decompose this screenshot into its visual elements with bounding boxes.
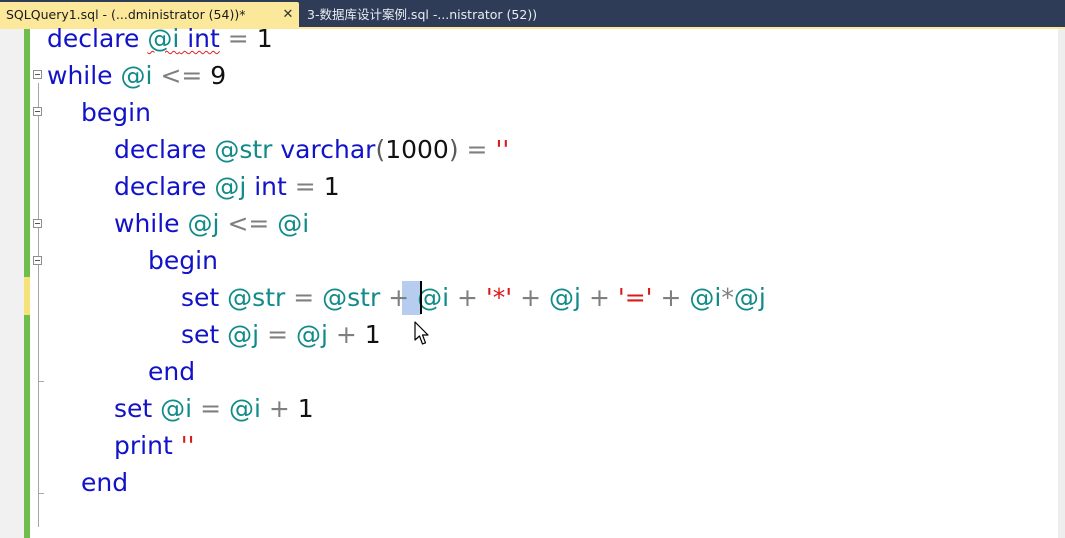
indicator-margin <box>0 29 24 538</box>
code-line: print '' <box>114 431 195 460</box>
fold-collapse-icon[interactable] <box>33 107 42 116</box>
query-editor[interactable]: declare @i int = 1 while @i <= 9 begin d… <box>0 24 1065 538</box>
fold-collapse-icon[interactable] <box>33 219 42 228</box>
code-line: declare @i int = 1 <box>47 24 273 53</box>
code-line: set @j = @j + 1 <box>181 320 381 349</box>
code-line: set @str = @str + @i + '*' + @j + '=' + … <box>181 283 766 312</box>
unsaved-change-marker <box>24 277 30 315</box>
outline-guide <box>38 83 39 527</box>
fold-end-marker <box>38 381 44 382</box>
fold-end-marker <box>38 493 44 494</box>
vertical-scrollbar[interactable] <box>1058 29 1065 538</box>
code-line: while @i <= 9 <box>47 61 227 90</box>
arrow-cursor-icon <box>414 321 429 345</box>
text-caret <box>420 281 422 314</box>
tab-label: 3-数据库设计案例.sql -...nistrator (52)) <box>307 7 538 22</box>
fold-collapse-icon[interactable] <box>33 256 42 265</box>
code-line: declare @j int = 1 <box>114 172 340 201</box>
code-line: end <box>81 468 129 497</box>
code-line: while @j <= @i <box>114 209 310 238</box>
tab-database-design-case[interactable]: 3-数据库设计案例.sql -...nistrator (52)) <box>301 2 581 27</box>
code-line: set @i = @i + 1 <box>114 394 314 423</box>
code-line: end <box>148 357 196 386</box>
close-icon[interactable]: ✕ <box>280 2 296 27</box>
code-line: begin <box>81 98 151 127</box>
fold-collapse-icon[interactable] <box>33 70 42 79</box>
code-line: declare @str varchar(1000) = '' <box>114 135 510 164</box>
code-line: begin <box>148 246 218 275</box>
